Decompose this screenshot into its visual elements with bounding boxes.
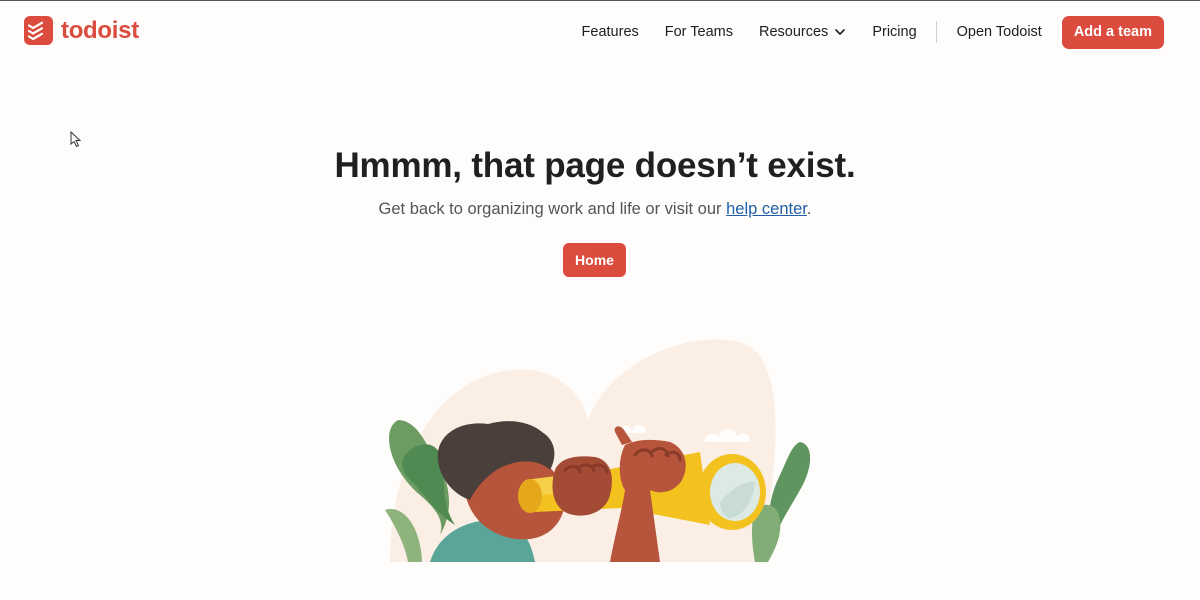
logo-wordmark: todoist [61,17,139,44]
subtitle-text: Get back to organizing work and life or … [378,200,727,218]
page-title: Hmmm, that page doesn’t exist. [334,146,856,185]
todoist-logo-icon [24,16,53,45]
page-subtitle: Get back to organizing work and life or … [0,200,1190,219]
nav-features[interactable]: Features [582,24,639,40]
main-nav: Features For Teams Resources Pricing Ope… [582,15,1164,49]
nav-pricing[interactable]: Pricing [872,24,916,40]
site-header: todoist Features For Teams Resources Pri… [0,1,1200,63]
nav-divider [935,21,937,43]
nav-resources-label: Resources [759,24,829,40]
todoist-logo[interactable]: todoist [24,16,139,45]
add-a-team-button[interactable]: Add a team [1061,15,1164,49]
nav-pricing-label: Pricing [872,24,917,40]
binoculars-illustration [385,339,811,562]
nav-for-teams-label: For Teams [664,24,733,40]
nav-features-label: Features [581,24,639,40]
help-center-link[interactable]: help center [726,200,807,218]
subtitle-period: . [806,200,812,218]
nav-resources[interactable]: Resources [759,24,846,40]
chevron-down-icon [835,29,846,35]
nav-open-todoist-label: Open Todoist [956,24,1042,40]
home-button[interactable]: Home [563,243,626,277]
nav-open-todoist[interactable]: Open Todoist [957,24,1042,40]
nav-for-teams[interactable]: For Teams [665,24,733,40]
